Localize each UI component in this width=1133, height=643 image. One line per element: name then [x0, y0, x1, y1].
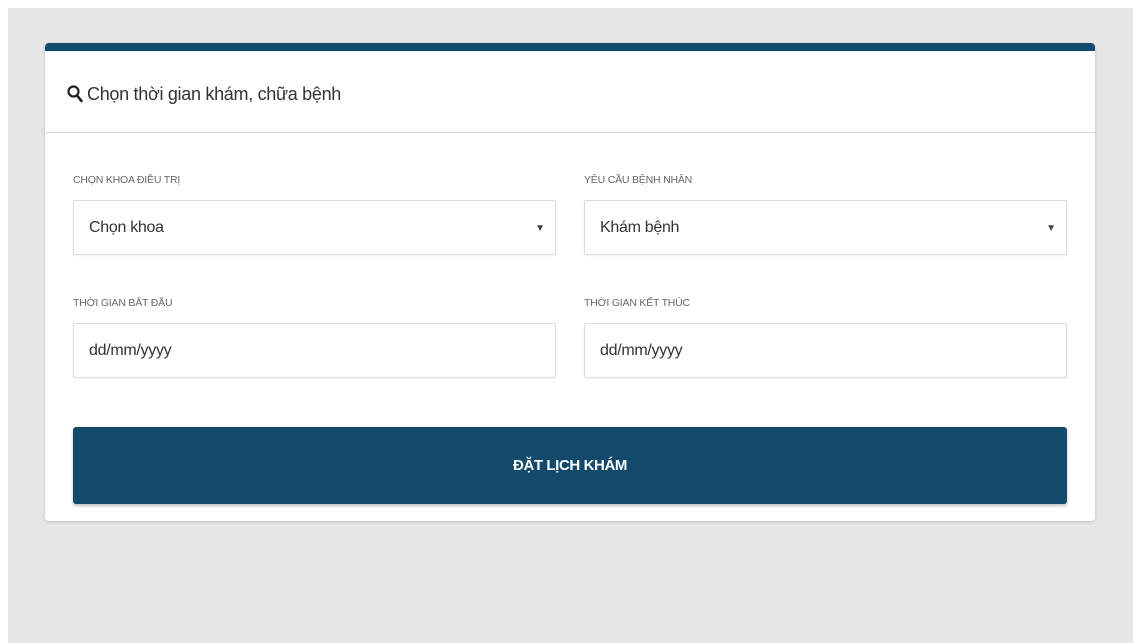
book-appointment-button[interactable]: ĐẶT LỊCH KHÁM — [73, 427, 1067, 504]
end-time-input[interactable]: dd/mm/yyyy — [584, 323, 1067, 378]
patient-request-label: YÊU CẦU BỆNH NHÂN — [584, 174, 693, 186]
patient-request-select-value: Khám bệnh — [600, 219, 680, 236]
start-time-label: THỜI GIAN BẮT ĐẦU — [73, 297, 173, 309]
patient-request-select[interactable]: Khám bệnh ▼ — [584, 200, 1067, 255]
search-icon — [67, 85, 83, 103]
department-label: CHỌN KHOA ĐIỀU TRỊ — [73, 174, 181, 186]
caret-down-icon: ▼ — [1046, 223, 1056, 234]
end-time-label: THỜI GIAN KẾT THÚC — [584, 297, 690, 309]
booking-card: Chọn thời gian khám, chữa bệnh CHỌN KHOA… — [45, 43, 1095, 521]
start-time-input[interactable]: dd/mm/yyyy — [73, 323, 556, 378]
start-time-placeholder: dd/mm/yyyy — [89, 342, 172, 359]
card-title: Chọn thời gian khám, chữa bệnh — [87, 84, 342, 104]
department-select[interactable]: Chọn khoa ▼ — [73, 200, 556, 255]
caret-down-icon: ▼ — [535, 223, 545, 234]
end-time-placeholder: dd/mm/yyyy — [600, 342, 683, 359]
card-header: Chọn thời gian khám, chữa bệnh — [45, 51, 1095, 133]
department-select-value: Chọn khoa — [89, 219, 164, 236]
card-accent-bar — [45, 43, 1095, 51]
